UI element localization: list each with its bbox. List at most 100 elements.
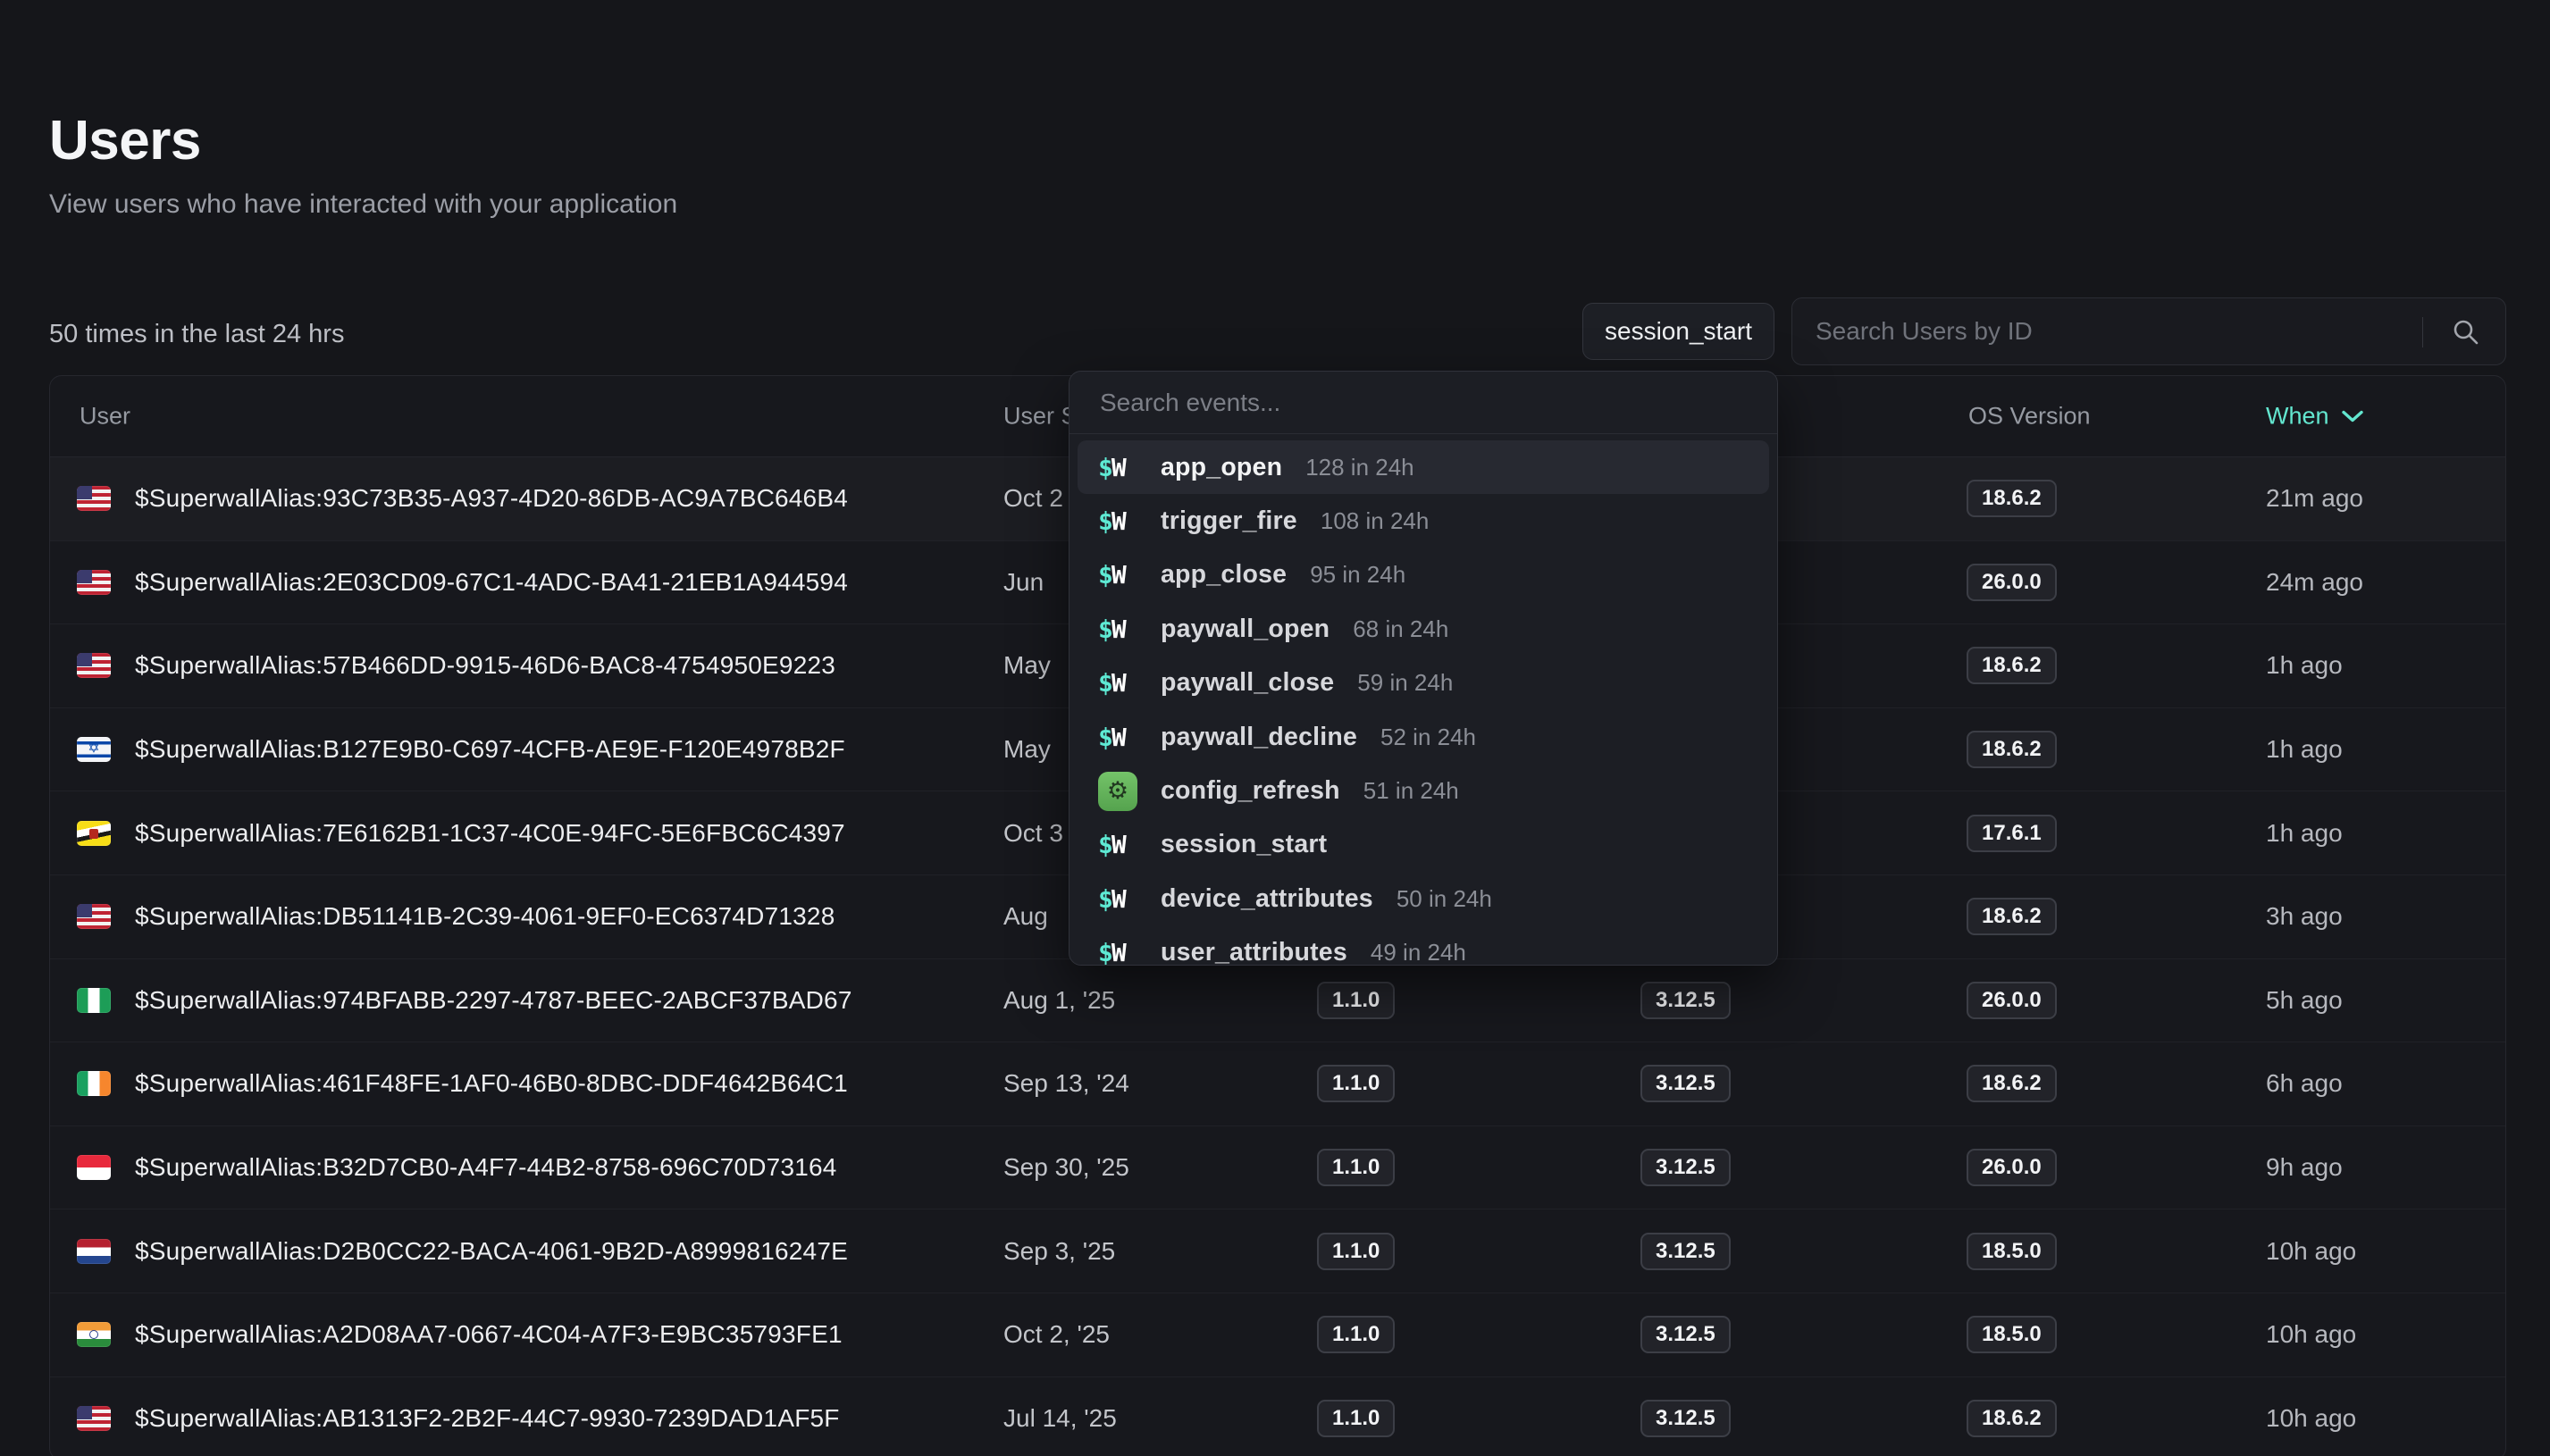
event-dropdown-item[interactable]: $Wpaywall_close59 in 24h [1069,657,1777,710]
table-row[interactable]: $SuperwallAlias:A2D08AA7-0667-4C04-A7F3-… [50,1293,2505,1377]
event-name: app_open [1161,453,1282,482]
superwall-logo-icon: $W [1098,615,1141,644]
os-version-badge: 26.0.0 [1967,1149,2057,1186]
country-flag-cell [77,653,111,678]
os-version-cell: 18.6.2 [1967,1065,2057,1102]
table-row[interactable]: $SuperwallAlias:974BFABB-2297-4787-BEEC-… [50,959,2505,1043]
os-version-cell: 18.6.2 [1967,898,2057,935]
os-version-cell: 18.5.0 [1967,1316,2057,1353]
country-flag-icon [77,1071,111,1096]
os-version-cell: 18.6.2 [1967,731,2057,768]
event-dropdown-item[interactable]: $Wuser_attributes49 in 24h [1069,926,1777,966]
page-subtitle: View users who have interacted with your… [49,189,677,220]
event-dropdown-item[interactable]: $Wdevice_attributes50 in 24h [1069,872,1777,925]
country-flag-cell [77,821,111,846]
app-version-badge: 1.1.0 [1317,982,1395,1019]
event-dropdown-item[interactable]: ⚙config_refresh51 in 24h [1069,764,1777,817]
user-id: $SuperwallAlias:B32D7CB0-A4F7-44B2-8758-… [135,1153,837,1182]
when-value: 10h ago [2266,1237,2356,1266]
country-flag-icon [77,821,111,846]
os-version-cell: 17.6.1 [1967,815,2057,852]
when-value: 5h ago [2266,986,2343,1015]
event-dropdown-item[interactable]: $Wpaywall_decline52 in 24h [1069,710,1777,764]
event-count: 128 in 24h [1305,454,1413,481]
event-name: user_attributes [1161,938,1347,966]
table-row[interactable]: $SuperwallAlias:D2B0CC22-BACA-4061-9B2D-… [50,1209,2505,1293]
sdk-version-badge: 3.12.5 [1640,1316,1731,1353]
column-header-when[interactable]: When [2266,403,2365,431]
os-version-badge: 26.0.0 [1967,982,2057,1019]
when-value: 9h ago [2266,1153,2343,1182]
user-since-value: Jun [1003,568,1044,597]
users-page: Users View users who have interacted wit… [0,0,2550,1456]
user-since-value: Oct 2, '25 [1003,1320,1110,1349]
user-id: $SuperwallAlias:DB51141B-2C39-4061-9EF0-… [135,902,835,931]
page-title: Users [49,109,201,172]
when-value: 10h ago [2266,1320,2356,1349]
country-flag-icon [77,988,111,1013]
search-events-input[interactable] [1069,372,1777,433]
search-icon[interactable] [2450,316,2482,348]
os-version-cell: 18.6.2 [1967,480,2057,517]
os-version-cell: 26.0.0 [1967,564,2057,601]
user-id: $SuperwallAlias:D2B0CC22-BACA-4061-9B2D-… [135,1237,848,1266]
sdk-version-badge: 3.12.5 [1640,1065,1731,1102]
search-users-input[interactable] [1792,298,2409,364]
chevron-down-icon [2340,408,2365,424]
country-flag-cell [77,1239,111,1264]
os-version-badge: 18.6.2 [1967,480,2057,517]
event-dropdown-item[interactable]: $Wsession_start [1069,818,1777,872]
country-flag-icon [77,904,111,929]
event-dropdown-item[interactable]: $Wpaywall_open68 in 24h [1069,602,1777,656]
gear-app-icon: ⚙ [1098,772,1141,811]
app-version-cell: 1.1.0 [1317,1065,1395,1102]
sdk-version-cell: 3.12.5 [1640,982,1731,1019]
app-version-badge: 1.1.0 [1317,1065,1395,1102]
table-row[interactable]: $SuperwallAlias:AB1313F2-2B2F-44C7-9930-… [50,1377,2505,1456]
event-dropdown-item[interactable]: $Wapp_close95 in 24h [1069,548,1777,602]
app-version-badge: 1.1.0 [1317,1233,1395,1270]
country-flag-icon [77,653,111,678]
superwall-logo-icon: $W [1098,830,1141,859]
app-version-badge: 1.1.0 [1317,1316,1395,1353]
user-since-value: Oct 2 [1003,484,1063,513]
table-row[interactable]: $SuperwallAlias:461F48FE-1AF0-46B0-8DBC-… [50,1042,2505,1126]
user-since-value: Sep 30, '25 [1003,1153,1129,1182]
table-row[interactable]: $SuperwallAlias:B32D7CB0-A4F7-44B2-8758-… [50,1126,2505,1210]
os-version-badge: 18.6.2 [1967,1400,2057,1437]
sdk-version-cell: 3.12.5 [1640,1065,1731,1102]
user-since-value: Sep 3, '25 [1003,1237,1115,1266]
user-id: $SuperwallAlias:974BFABB-2297-4787-BEEC-… [135,986,852,1015]
event-filter-button[interactable]: session_start [1582,303,1774,360]
event-count: 68 in 24h [1353,615,1448,643]
when-sort-label: When [2266,403,2329,431]
country-flag-icon [77,570,111,595]
event-count: 49 in 24h [1371,939,1466,966]
app-version-cell: 1.1.0 [1317,982,1395,1019]
event-dropdown-item[interactable]: $Wtrigger_fire108 in 24h [1069,494,1777,548]
event-name: app_close [1161,560,1287,590]
event-name: paywall_close [1161,668,1334,698]
country-flag-cell [77,570,111,595]
when-value: 3h ago [2266,902,2343,931]
sdk-version-badge: 3.12.5 [1640,1233,1731,1270]
event-dropdown-item[interactable]: $Wapp_open128 in 24h [1078,440,1769,494]
when-value: 21m ago [2266,484,2363,513]
os-version-cell: 26.0.0 [1967,982,2057,1019]
country-flag-cell [77,486,111,511]
when-value: 1h ago [2266,651,2343,680]
event-count: 52 in 24h [1380,724,1476,751]
os-version-badge: 18.5.0 [1967,1233,2057,1270]
user-since-value: May [1003,651,1051,680]
os-version-badge: 18.6.2 [1967,1065,2057,1102]
country-flag-cell [77,904,111,929]
event-count: 59 in 24h [1357,669,1453,697]
os-version-badge: 18.6.2 [1967,898,2057,935]
gear-app-icon-bg: ⚙ [1098,772,1137,811]
superwall-logo-icon: $W [1098,560,1141,590]
event-count: 50 in 24h [1397,885,1492,913]
event-count: 51 in 24h [1363,777,1459,805]
country-flag-icon [77,1322,111,1347]
superwall-logo-icon: $W [1098,884,1141,914]
sdk-version-badge: 3.12.5 [1640,1400,1731,1437]
